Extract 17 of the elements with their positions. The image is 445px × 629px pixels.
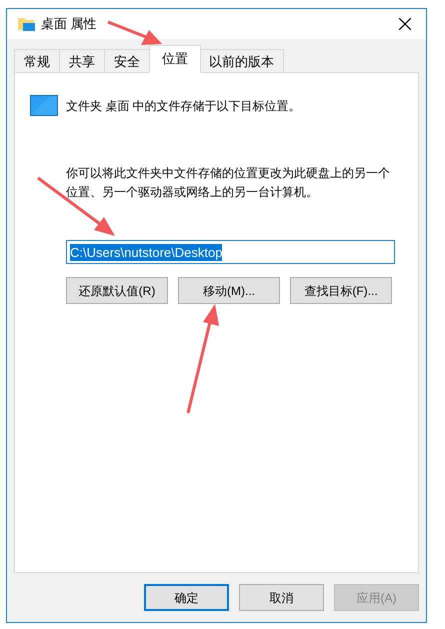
path-value: C:\Users\nutstore\Desktop (70, 244, 222, 260)
explanation-text: 你可以将此文件夹中文件存储的位置更改为此硬盘上的另一个位置、另一个驱动器或网络上的另一台计算机。 (66, 165, 391, 201)
location-description: 文件夹 桌面 中的文件存储于以下目标位置。 (66, 98, 301, 114)
tab[interactable]: 位置 (149, 45, 201, 73)
tab[interactable]: 常规 (14, 49, 60, 73)
path-field[interactable]: C:\Users\nutstore\Desktop (66, 240, 395, 264)
action-button[interactable]: 查找目标(F)... (290, 277, 392, 304)
dialog-button[interactable]: 取消 (239, 584, 324, 611)
close-icon[interactable] (399, 18, 411, 30)
dialog-button[interactable]: 确定 (144, 584, 229, 611)
action-button[interactable]: 移动(M)... (178, 277, 280, 304)
monitor-icon (30, 95, 58, 116)
window-title: 桌面 属性 (41, 15, 97, 34)
tab[interactable]: 以前的版本 (199, 49, 284, 73)
annotation-arrow (107, 20, 162, 45)
action-button[interactable]: 还原默认值(R) (66, 277, 168, 304)
folder-icon (18, 17, 35, 31)
